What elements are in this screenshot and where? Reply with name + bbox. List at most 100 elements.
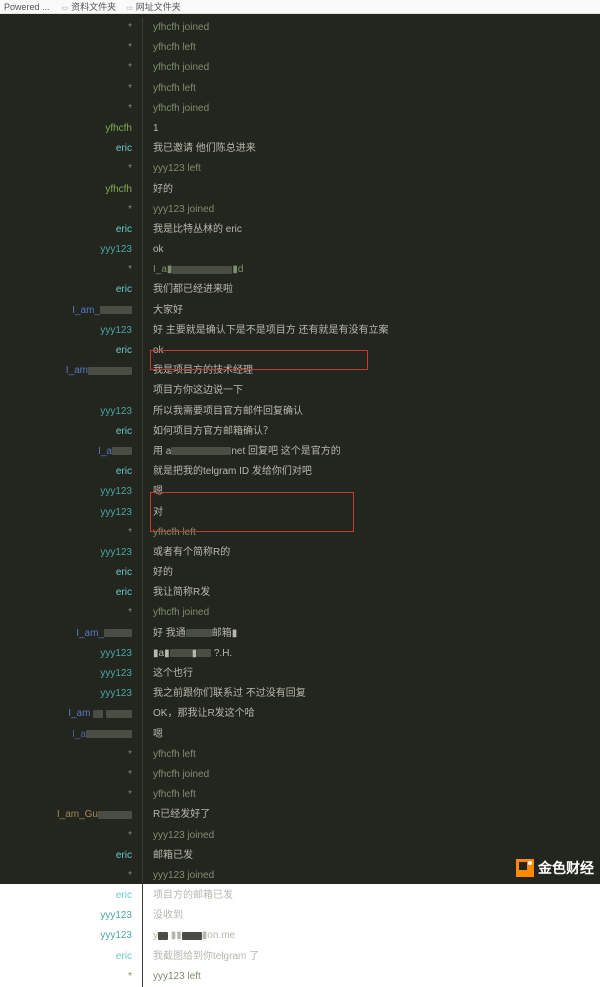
chat-log: *yfhcfh joined*yfhcfh left*yfhcfh joined…: [0, 14, 600, 884]
chat-nick: I_am_Gu: [0, 805, 142, 825]
chat-nick: *: [0, 765, 142, 785]
chat-line: eric好的: [0, 563, 600, 583]
chat-line: *yfhcfh left: [0, 79, 600, 99]
chat-line: I_a嗯: [0, 725, 600, 745]
chat-message: 或者有个简称R的: [143, 543, 230, 563]
chat-nick: yyy123: [0, 321, 142, 341]
chat-nick: I_am: [0, 361, 142, 381]
chat-line: eric我让简称R发: [0, 583, 600, 603]
redacted-smudge: [112, 447, 132, 455]
chat-nick: eric: [0, 563, 142, 583]
chat-nick: I_am_: [0, 301, 142, 321]
chat-nick: eric: [0, 583, 142, 603]
chat-line: eric项目方的邮箱已发: [0, 886, 600, 906]
chat-nick: yyy123: [0, 644, 142, 664]
redacted-smudge: [86, 730, 132, 738]
chat-nick: *: [0, 523, 142, 543]
chat-message: yyy123 left: [143, 967, 201, 987]
redacted-smudge: [172, 266, 232, 274]
chat-line: *yfhcfh joined: [0, 99, 600, 119]
chat-message: yyy123 joined: [143, 826, 214, 846]
chat-message: 好的: [143, 180, 173, 200]
chat-message: yfhcfh joined: [143, 99, 209, 119]
chat-nick: *: [0, 785, 142, 805]
chat-nick: yyy123: [0, 402, 142, 422]
chat-line: yyy123对: [0, 503, 600, 523]
chat-line: *yfhcfh left: [0, 523, 600, 543]
chat-message: 我已邀请 他们陈总进来: [143, 139, 256, 159]
chat-line: *yyy123 left: [0, 967, 600, 987]
chat-line: eric我们都已经进来啦: [0, 280, 600, 300]
chat-message: 对: [143, 503, 163, 523]
bookmark-folder-1[interactable]: 资料文件夹: [62, 0, 117, 13]
chat-message: OK，那我让R发这个哈: [143, 704, 255, 724]
chat-line: yyy123y ▮▮▮on.me: [0, 926, 600, 946]
chat-nick: *: [0, 58, 142, 78]
redacted-smudge: [100, 306, 132, 314]
chat-line: *yfhcfh left: [0, 745, 600, 765]
chat-line: eric如何项目方官方邮箱确认？: [0, 422, 600, 442]
chat-line: eric邮箱已发: [0, 846, 600, 866]
chat-line: yyy123或者有个简称R的: [0, 543, 600, 563]
chat-line: *yfhcfh joined: [0, 18, 600, 38]
chat-message: 如何项目方官方邮箱确认？: [143, 422, 273, 442]
chat-message: y ▮▮▮on.me: [143, 926, 235, 946]
chat-message: yfhcfh left: [143, 745, 196, 765]
chat-line: 项目方你这边说一下: [0, 381, 600, 401]
chat-nick: eric: [0, 846, 142, 866]
redacted-smudge: [197, 649, 211, 657]
chat-nick: I_am_: [0, 624, 142, 644]
chat-nick: yyy123: [0, 664, 142, 684]
chat-line: *yfhcfh joined: [0, 603, 600, 623]
chat-nick: *: [0, 826, 142, 846]
chat-message: ok: [143, 240, 164, 260]
chat-message: yfhcfh joined: [143, 58, 209, 78]
chat-line: yyy123好 主要就是确认下是不是项目方 还有就是有没有立案: [0, 321, 600, 341]
chat-nick: I_a: [0, 725, 142, 745]
chat-message: 大家好: [143, 301, 183, 321]
chat-message: 好的: [143, 563, 173, 583]
chat-message: ▮a▮▮ ?.H.: [143, 644, 232, 664]
chat-nick: eric: [0, 341, 142, 361]
chat-line: yyy123没收到: [0, 906, 600, 926]
chat-nick: *: [0, 38, 142, 58]
chat-message: 我让简称R发: [143, 583, 210, 603]
chat-line: *yyy123 joined: [0, 200, 600, 220]
chat-line: yyy123▮a▮▮ ?.H.: [0, 644, 600, 664]
chat-message: 邮箱已发: [143, 846, 193, 866]
chat-message: R已经发好了: [143, 805, 210, 825]
chat-line: eric我是比特丛林的 eric: [0, 220, 600, 240]
chat-nick: yyy123: [0, 684, 142, 704]
chat-line: eric就是把我的telgram ID 发给你们对吧: [0, 462, 600, 482]
chat-line: I_am_GuR已经发好了: [0, 805, 600, 825]
chat-message: 我之前跟你们联系过 不过没有回复: [143, 684, 306, 704]
chat-message: yfhcfh left: [143, 79, 196, 99]
chat-nick: eric: [0, 886, 142, 906]
chat-message: yyy123 joined: [143, 200, 214, 220]
chat-message: 好 主要就是确认下是不是项目方 还有就是有没有立案: [143, 321, 389, 341]
chat-nick: *: [0, 603, 142, 623]
chat-message: ok: [143, 341, 164, 361]
chat-nick: *: [0, 866, 142, 886]
chat-nick: eric: [0, 422, 142, 442]
chat-line: *I_a▮▮d: [0, 260, 600, 280]
tab-label[interactable]: Powered ...: [4, 2, 50, 12]
chat-message: yfhcfh left: [143, 785, 196, 805]
chat-message: yfhcfh left: [143, 38, 196, 58]
chat-nick: *: [0, 260, 142, 280]
chat-message: yyy123 joined: [143, 866, 214, 886]
chat-message: yfhcfh left: [143, 523, 196, 543]
chat-message: yfhcfh joined: [143, 18, 209, 38]
chat-line: ericok: [0, 341, 600, 361]
chat-line: I_am OK，那我让R发这个哈: [0, 704, 600, 724]
chat-nick: yyy123: [0, 503, 142, 523]
chat-line: yyy123ok: [0, 240, 600, 260]
watermark-logo-icon: [516, 859, 534, 877]
redacted-smudge: [182, 932, 202, 940]
chat-line: *yfhcfh joined: [0, 765, 600, 785]
chat-message: 我们都已经进来啦: [143, 280, 233, 300]
bookmark-folder-2[interactable]: 网址文件夹: [126, 0, 181, 13]
chat-message: 1: [143, 119, 159, 139]
chat-line: I_a用 anet 回复吧 这个是官方的: [0, 442, 600, 462]
chat-message: 嗯: [143, 482, 163, 502]
